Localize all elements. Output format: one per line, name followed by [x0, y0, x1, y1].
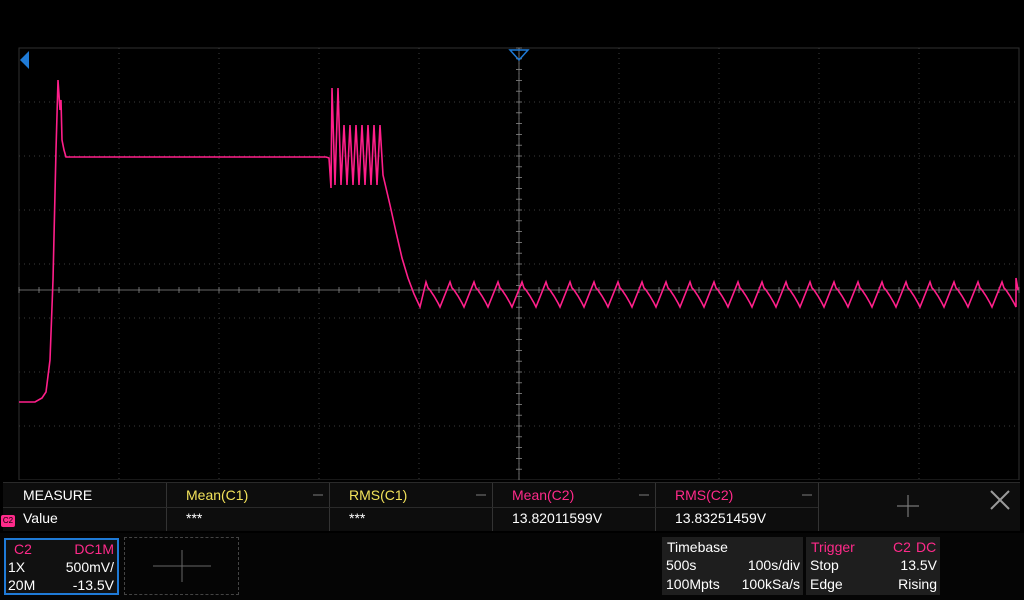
channel-offset: -13.5V — [72, 577, 114, 593]
timebase-memory: 100Mpts — [666, 576, 720, 592]
channel-coupling: DC1M — [74, 541, 114, 557]
trigger-coupling: DC — [916, 539, 937, 555]
trigger-source: C2 — [893, 539, 911, 555]
channel-level-icon[interactable] — [20, 51, 29, 69]
measure-row-label: Value — [23, 510, 58, 526]
timebase-title: Timebase — [667, 539, 728, 555]
waveform-display[interactable] — [0, 0, 1024, 480]
channel-name: C2 — [14, 541, 32, 557]
measure-item-mean-c1[interactable]: Mean(C1) *** — [166, 483, 330, 531]
channel-c2-box[interactable]: C2 DC1M 1X 500mV/ 20M -13.5V — [4, 538, 119, 595]
trigger-title: Trigger — [811, 539, 855, 555]
trigger-type: Edge — [810, 576, 843, 592]
channel-bandwidth: 20M — [8, 577, 36, 593]
measure-header-cell: MEASURE Value — [3, 483, 167, 531]
timebase-scale: 100s/div — [747, 557, 800, 573]
measure-label: RMS(C1) — [349, 487, 408, 503]
measure-title: MEASURE — [23, 487, 93, 503]
plus-icon — [153, 550, 211, 582]
close-icon[interactable] — [986, 486, 1014, 514]
timebase-delay: 500s — [666, 557, 697, 573]
measure-item-rms-c1[interactable]: RMS(C1) *** — [329, 483, 493, 531]
trigger-mode: Stop — [810, 557, 839, 573]
measure-label: RMS(C2) — [675, 487, 734, 503]
add-measure-icon[interactable] — [896, 494, 920, 518]
channel-badge: C2 — [1, 515, 15, 527]
measure-value: 13.83251459V — [675, 510, 767, 526]
measure-value: *** — [349, 510, 366, 526]
timebase-panel[interactable]: Timebase 500s 100s/div 100Mpts 100kSa/s — [662, 537, 803, 595]
graticule — [18, 47, 1020, 480]
measure-value: *** — [186, 510, 203, 526]
trigger-level: 13.5V — [900, 557, 937, 573]
channel-probe: 1X — [8, 559, 26, 575]
measure-value: 13.82011599V — [512, 510, 603, 526]
measure-label: Mean(C1) — [186, 487, 249, 503]
timebase-sample-rate: 100kSa/s — [741, 576, 800, 592]
add-channel-box[interactable] — [124, 537, 239, 595]
measure-item-mean-c2[interactable]: Mean(C2) 13.82011599V — [492, 483, 656, 531]
channel-scale: 500mV/ — [65, 559, 114, 575]
measure-panel: MEASURE Value Mean(C1) *** RMS(C1) *** M… — [3, 482, 1020, 531]
measure-item-rms-c2[interactable]: RMS(C2) 13.83251459V — [655, 483, 819, 531]
measure-label: Mean(C2) — [512, 487, 575, 503]
trigger-slope: Rising — [898, 576, 937, 592]
trigger-panel[interactable]: Trigger C2 DC Stop 13.5V Edge Rising — [806, 537, 940, 595]
